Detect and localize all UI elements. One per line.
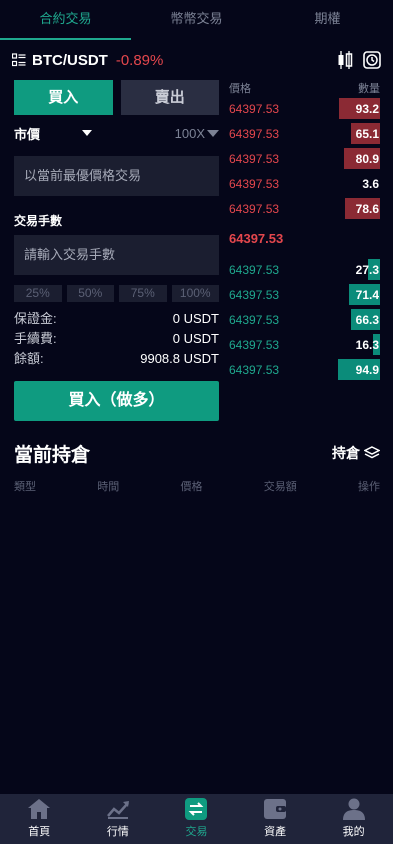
last-price: 64397.53 [229,231,284,246]
order-book-header: 價格 數量 [229,80,380,96]
swap-icon [185,798,208,820]
chart-icon [106,801,129,819]
buy-sell-switch: 買入 賣出 [14,80,219,115]
ask-quantity: 93.2 [355,101,379,116]
ask-quantity: 3.6 [362,176,379,191]
bid-row[interactable]: 64397.53 66.3 [229,307,380,332]
bottom-nav: 首頁 行情 交易 資產 我的 [0,794,393,844]
pair-header: BTC/USDT -0.89% [12,50,381,70]
chevron-down-icon[interactable] [82,130,93,136]
nav-assets[interactable]: 資產 [236,794,315,844]
order-type-row: 市價 100X [14,123,219,143]
layers-icon [364,446,380,459]
tab-options[interactable]: 期權 [262,0,393,40]
buy-tab-button[interactable]: 買入 [14,80,113,115]
ask-row[interactable]: 64397.53 93.2 [229,96,380,121]
quantity-column-header: 數量 [358,83,380,95]
buy-long-button[interactable]: 買入（做多） [14,381,219,421]
ask-list: 64397.53 93.2 64397.53 65.1 64397.53 80.9 6439… [229,96,380,221]
positions-title: 當前持倉 [14,445,91,466]
column-amount: 交易額 [263,481,297,493]
clock-icon[interactable] [363,51,381,69]
balance-label: 餘額: [14,351,44,366]
bid-row[interactable]: 64397.53 71.4 [229,282,380,307]
percentage-buttons: 25% 50% 75% 100% [14,285,219,302]
ask-price: 64397.53 [229,126,280,141]
pair-symbol[interactable]: BTC/USDT [32,52,108,69]
nav-profile[interactable]: 我的 [314,794,393,844]
pct-25-button[interactable]: 25% [14,285,62,302]
nav-label: 行情 [106,826,129,838]
chevron-down-icon [207,129,219,137]
positions-link-label: 持倉 [332,445,360,461]
ask-quantity: 78.6 [355,201,379,216]
order-form: 買入 賣出 市價 100X 以當前最優價格交易 交易手數 請輸入交易手數 25%… [14,80,219,421]
ask-row[interactable]: 64397.53 3.6 [229,171,380,196]
ask-row[interactable]: 64397.53 78.6 [229,196,380,221]
order-book: 價格 數量 64397.53 93.2 64397.53 65.1 64397.53 80… [229,80,380,382]
ask-price: 64397.53 [229,201,280,216]
price-column-header: 價格 [229,83,251,95]
pair-change: -0.89% [115,51,164,69]
tab-spot[interactable]: 幣幣交易 [131,0,262,40]
wallet-icon [264,799,287,819]
nav-label: 資產 [264,826,287,838]
pct-50-button[interactable]: 50% [66,285,114,302]
bid-price: 64397.53 [229,337,280,352]
bid-quantity: 94.9 [355,362,379,377]
nav-label: 交易 [185,826,208,838]
order-summary: 保證金: 0 USDT 手續費: 0 USDT 餘額: 9908.8 USDT [14,309,219,369]
user-icon [342,798,365,820]
margin-value: 0 USDT [172,311,219,326]
candlestick-icon[interactable] [337,50,353,70]
bid-price: 64397.53 [229,312,280,327]
ask-price: 64397.53 [229,101,280,116]
order-type-select[interactable]: 市價 [14,124,40,143]
nav-home[interactable]: 首頁 [0,794,79,844]
bid-quantity: 16.3 [355,337,379,352]
ask-price: 64397.53 [229,176,280,191]
bid-quantity: 27.3 [355,262,379,277]
nav-label: 首頁 [28,826,51,838]
ask-row[interactable]: 64397.53 65.1 [229,121,380,146]
column-time: 時間 [97,481,120,493]
column-type: 類型 [14,481,36,493]
tab-contract[interactable]: 合約交易 [0,0,131,40]
balance-value: 9908.8 USDT [140,351,219,366]
pct-75-button[interactable]: 75% [119,285,167,302]
bid-price: 64397.53 [229,262,280,277]
ask-quantity: 65.1 [355,126,379,141]
bid-price: 64397.53 [229,287,280,302]
margin-label: 保證金: [14,311,57,326]
pct-100-button[interactable]: 100% [171,285,219,302]
quantity-label: 交易手數 [14,214,63,228]
nav-label: 我的 [342,826,365,838]
quantity-input[interactable]: 請輸入交易手數 [14,235,219,275]
bid-row[interactable]: 64397.53 16.3 [229,332,380,357]
nav-trade[interactable]: 交易 [157,794,236,844]
bid-price: 64397.53 [229,362,280,377]
ask-price: 64397.53 [229,151,280,166]
bid-quantity: 71.4 [355,287,379,302]
fee-label: 手續費: [14,331,57,346]
positions-link[interactable]: 持倉 [332,443,380,463]
fee-value: 0 USDT [172,331,219,346]
column-price: 價格 [180,481,203,493]
bid-list: 64397.53 27.3 64397.53 71.4 64397.53 66.3 6439… [229,257,380,382]
bid-row[interactable]: 64397.53 27.3 [229,257,380,282]
leverage-select[interactable]: 100X [175,126,219,141]
sell-tab-button[interactable]: 賣出 [120,80,219,115]
leverage-value: 100X [174,125,205,141]
nav-market[interactable]: 行情 [79,794,158,844]
trade-tabs: 合約交易 幣幣交易 期權 [0,0,393,40]
positions-columns: 類型 時間 價格 交易額 操作 [14,478,380,494]
ask-quantity: 80.9 [355,151,379,166]
column-action: 操作 [358,481,380,493]
list-menu-icon[interactable] [12,53,26,67]
bid-row[interactable]: 64397.53 94.9 [229,357,380,382]
bid-quantity: 66.3 [355,312,379,327]
price-field[interactable]: 以當前最優價格交易 [14,156,219,196]
ask-row[interactable]: 64397.53 80.9 [229,146,380,171]
home-icon [28,799,51,819]
